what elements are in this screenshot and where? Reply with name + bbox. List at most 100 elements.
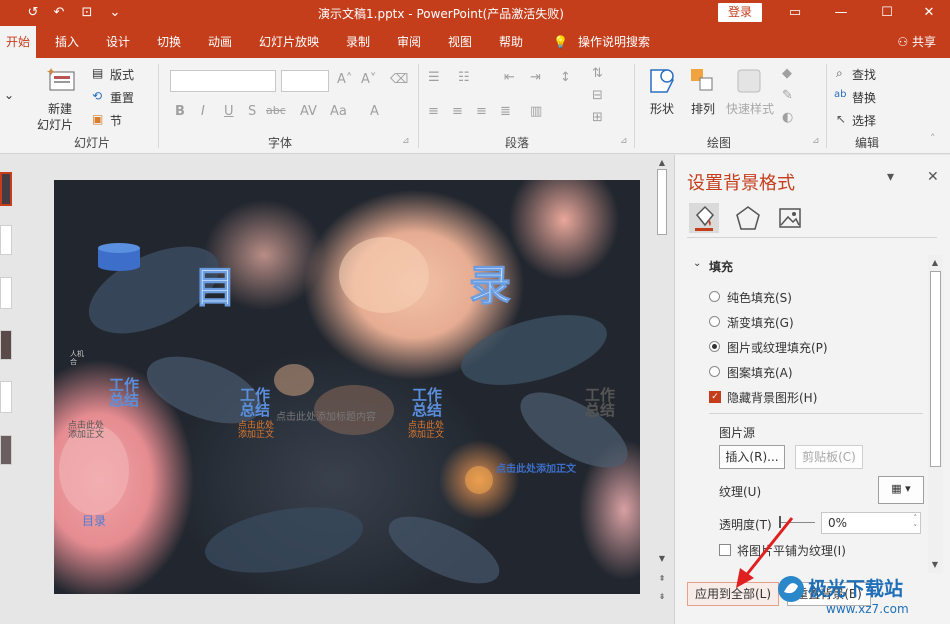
transparency-input[interactable]: 0% ˄ ˅ (821, 512, 921, 534)
slide-thumbnail[interactable] (0, 381, 12, 413)
smartart-icon[interactable]: ⊞ (592, 110, 603, 125)
section-title-2[interactable]: 工作 总结 (237, 388, 273, 418)
numbering-icon[interactable]: ☷ (458, 70, 470, 85)
section-sub-left[interactable]: 点击此处 添加正文 (64, 422, 108, 440)
section-sub-2[interactable]: 点击此处 添加正文 (234, 422, 278, 440)
columns-icon[interactable]: ▥ (530, 104, 542, 119)
pattern-fill-label[interactable]: 图案填充(A) (727, 364, 793, 381)
texture-dropdown[interactable]: ▦ ▾ (878, 476, 924, 504)
tab-review[interactable]: 审阅 (397, 26, 421, 58)
paragraph-dialog-launcher-icon[interactable]: ⊿ (620, 136, 628, 146)
pattern-fill-radio[interactable] (709, 366, 720, 377)
bold-button[interactable]: B (175, 104, 185, 119)
scroll-down-icon[interactable]: ▼ (656, 553, 668, 565)
clipboard-button[interactable]: 剪贴板(C) (795, 445, 863, 469)
shape-outline-icon[interactable]: ✎ (782, 88, 793, 103)
fill-section-chevron-icon[interactable]: ⌄ (693, 258, 701, 269)
effects-tab-icon[interactable] (733, 203, 763, 233)
gradient-fill-radio[interactable] (709, 316, 720, 327)
tab-home[interactable]: 开始 (0, 26, 37, 58)
scrollbar-thumb[interactable] (657, 169, 667, 235)
heading-char-left[interactable]: 目 (193, 254, 236, 315)
align-right-icon[interactable]: ≡ (476, 104, 487, 119)
maximize-icon[interactable]: ☐ (864, 0, 910, 26)
change-case-button[interactable]: Aa (330, 104, 347, 119)
pane-options-icon[interactable]: ▾ (887, 169, 894, 185)
layout-button[interactable]: 版式 (110, 66, 134, 83)
hide-bg-graphics-label[interactable]: 隐藏背景图形(H) (727, 389, 817, 406)
close-icon[interactable]: ✕ (906, 0, 950, 26)
pane-scroll-up-icon[interactable]: ▲ (929, 257, 941, 269)
arrange-icon[interactable] (688, 66, 718, 96)
slide-thumbnail[interactable] (0, 277, 12, 309)
drawing-dialog-launcher-icon[interactable]: ⊿ (812, 136, 820, 146)
minimize-icon[interactable]: — (818, 0, 864, 26)
section-sub-3[interactable]: 点击此处 添加正文 (404, 422, 448, 440)
current-slide[interactable]: 目 录 工作 总结 人机 合 点击此处 添加正文 工作 总结 点击此处 添加正文… (54, 180, 640, 594)
tab-record[interactable]: 录制 (346, 26, 370, 58)
section-title-1[interactable]: 工作 总结 (106, 378, 142, 408)
slide-thumbnail[interactable] (0, 330, 12, 360)
hide-bg-graphics-checkbox[interactable]: ✓ (709, 391, 721, 403)
tell-me-search[interactable]: 操作说明搜索 (578, 26, 650, 58)
strikethrough-button[interactable]: abc (266, 104, 286, 117)
autosave-icon[interactable]: ↺ (24, 4, 42, 22)
shrink-font-icon[interactable]: A˅ (361, 72, 376, 87)
replace-button[interactable]: 替换 (852, 89, 876, 106)
slide-vertical-scrollbar[interactable]: ▲ ▼ ⇞ ⇟ (654, 155, 670, 624)
tab-animations[interactable]: 动画 (208, 26, 232, 58)
line-spacing-icon[interactable]: ↕ (560, 70, 571, 85)
char-spacing-button[interactable]: AV (300, 104, 317, 119)
reset-button[interactable]: 重置 (110, 89, 134, 106)
tab-transitions[interactable]: 切换 (157, 26, 181, 58)
bullets-icon[interactable]: ☰ (428, 70, 440, 85)
pane-close-icon[interactable]: ✕ (927, 169, 939, 185)
align-center-icon[interactable]: ≡ (452, 104, 463, 119)
grow-font-icon[interactable]: A˄ (337, 72, 352, 87)
new-slide-label-2[interactable]: 幻灯片 (37, 116, 73, 133)
clear-format-icon[interactable]: ⌫ (390, 72, 408, 87)
shapes-icon[interactable] (645, 66, 679, 96)
present-icon[interactable]: ⊡ (78, 4, 96, 22)
gradient-fill-label[interactable]: 渐变填充(G) (727, 314, 794, 331)
next-slide-icon[interactable]: ⇟ (656, 591, 668, 603)
undo-icon[interactable]: ↶ (50, 4, 68, 22)
fill-tab-icon[interactable] (689, 203, 719, 233)
justify-icon[interactable]: ≣ (500, 104, 511, 119)
picture-fill-label[interactable]: 图片或纹理填充(P) (727, 339, 828, 356)
login-button[interactable]: 登录 (718, 3, 762, 22)
share-button[interactable]: ⚇ 共享 (897, 26, 936, 58)
text-direction-icon[interactable]: ⇅ (592, 66, 603, 81)
solid-fill-radio[interactable] (709, 291, 720, 302)
new-slide-icon[interactable]: ✦ (46, 66, 76, 96)
pane-scroll-down-icon[interactable]: ▼ (929, 559, 941, 571)
tab-slideshow[interactable]: 幻灯片放映 (259, 26, 319, 58)
align-left-icon[interactable]: ≡ (428, 104, 439, 119)
tab-insert[interactable]: 插入 (55, 26, 79, 58)
new-slide-label[interactable]: 新建 (48, 100, 72, 117)
font-size-dropdown[interactable] (281, 70, 329, 92)
underline-button[interactable]: U (224, 104, 234, 119)
scroll-up-icon[interactable]: ▲ (656, 157, 668, 169)
align-text-icon[interactable]: ⊟ (592, 88, 603, 103)
slide-thumbnail[interactable] (0, 225, 12, 255)
pane-scrollbar[interactable]: ▲ ▼ (928, 255, 943, 573)
spinner-icon[interactable]: ˄ ˅ (914, 513, 918, 533)
slide-thumbnail[interactable] (0, 172, 12, 206)
select-button[interactable]: 选择 (852, 112, 876, 129)
shapes-button[interactable]: 形状 (650, 100, 674, 117)
tab-view[interactable]: 视图 (448, 26, 472, 58)
right-caption[interactable]: 点击此处添加正文 (496, 460, 576, 475)
increase-indent-icon[interactable]: ⇥ (530, 70, 541, 85)
collapse-left-icon[interactable]: ⌄ (4, 88, 14, 102)
tab-design[interactable]: 设计 (106, 26, 130, 58)
ribbon-collapse-icon[interactable]: ˄ (930, 132, 936, 145)
insert-picture-button[interactable]: 插入(R)... (719, 445, 785, 469)
font-color-icon[interactable]: A (370, 104, 379, 119)
picture-tab-icon[interactable] (775, 203, 805, 233)
shadow-button[interactable]: S (248, 104, 256, 119)
decrease-indent-icon[interactable]: ⇤ (504, 70, 515, 85)
ribbon-display-icon[interactable]: ▭ (772, 0, 818, 26)
font-dialog-launcher-icon[interactable]: ⊿ (402, 136, 410, 146)
heading-char-right[interactable]: 录 (468, 252, 511, 313)
